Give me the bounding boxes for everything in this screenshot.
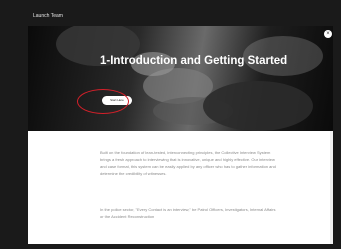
annotation-circle bbox=[77, 89, 129, 114]
intro-paragraph-2: In the police sector, "Every Contact is … bbox=[100, 207, 276, 219]
hero-title: 1-Introduction and Getting Started bbox=[100, 55, 288, 67]
launch-window: Launch Team 1-Introduction and Getting S… bbox=[0, 0, 341, 249]
intro-paragraph: Built on the foundation of lean-tested, … bbox=[100, 150, 276, 176]
scrollbar[interactable] bbox=[330, 131, 333, 244]
window-titlebar: Launch Team bbox=[0, 0, 341, 19]
hero-banner: 1-Introduction and Getting Started Start… bbox=[28, 26, 333, 131]
window-title: Launch Team bbox=[33, 13, 63, 19]
hero-photo bbox=[56, 26, 323, 131]
close-icon[interactable]: × bbox=[324, 30, 332, 38]
course-content[interactable]: 1-Introduction and Getting Started Start… bbox=[28, 26, 333, 244]
